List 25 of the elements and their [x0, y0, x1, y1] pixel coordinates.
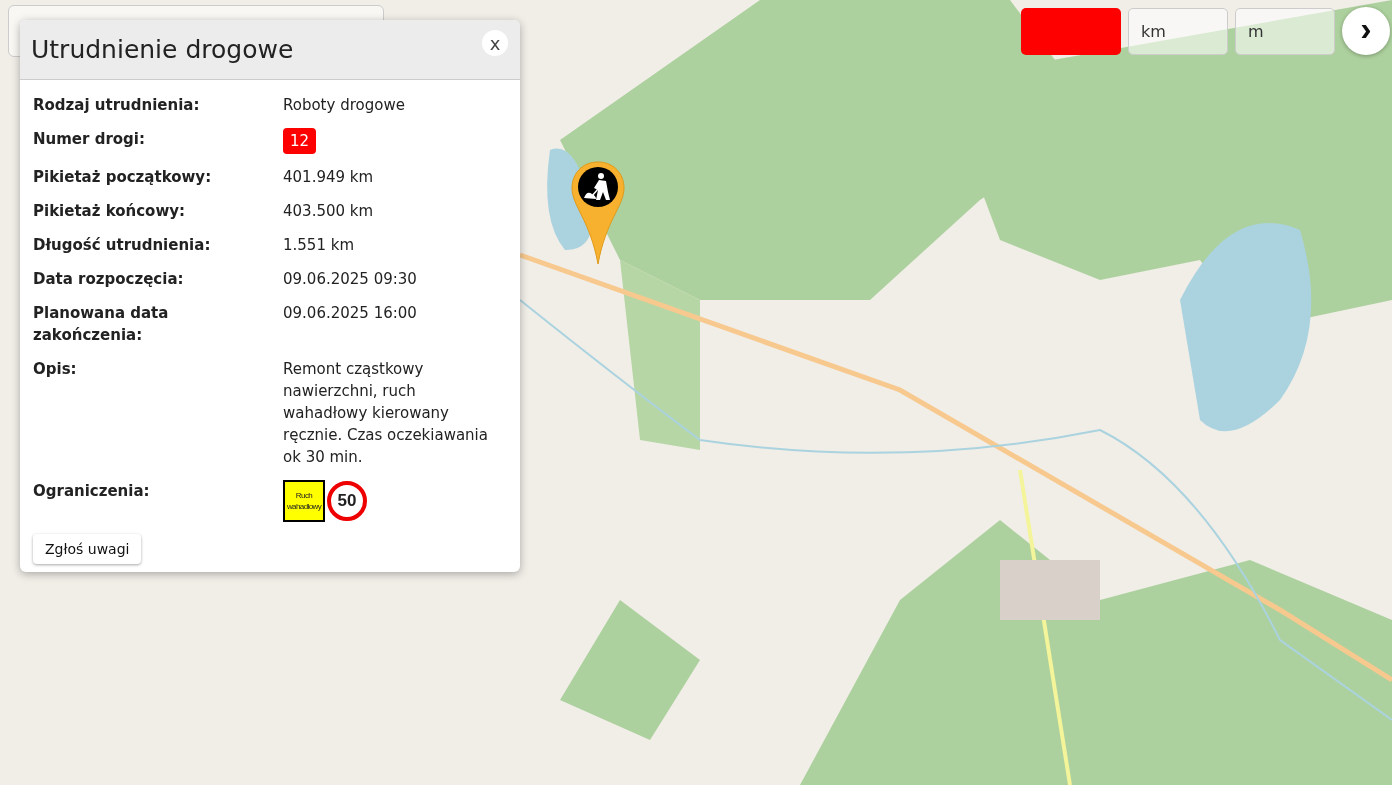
report-button[interactable]: Zgłoś uwagi — [33, 534, 142, 564]
field-label: Rodzaj utrudnienia: — [33, 95, 201, 116]
speed-limit-sign: 50 — [327, 481, 367, 521]
traffic-sign: Ruch wahadłowy — [283, 480, 325, 522]
field-value: 401.949 km — [283, 167, 375, 188]
popup-title: Utrudnienie drogowe — [31, 35, 294, 64]
field-value: 09.06.2025 16:00 — [283, 303, 418, 324]
field-value: 1.551 km — [283, 235, 355, 256]
field-label: Opis: — [33, 359, 78, 380]
close-button[interactable]: x — [482, 30, 508, 56]
field-value: Remont cząstkowy nawierzchni, ruch wahadłowy kierowany ręcznie. Czas oczekiawania ok 30 min. — [283, 359, 489, 468]
field-value: 403.500 km — [283, 201, 375, 222]
field-label: Planowana data zakończenia: — [33, 303, 170, 346]
field-label: Długość utrudnienia: — [33, 235, 212, 256]
field-value: 09.06.2025 09:30 — [283, 269, 418, 290]
field-value: Roboty drogowe — [283, 95, 406, 116]
input-field[interactable]: km — [1128, 7, 1228, 55]
field-label: Ograniczenia: — [33, 481, 151, 502]
field-label: Data rozpoczęcia: — [33, 269, 185, 290]
input-field[interactable] — [1021, 7, 1121, 55]
field-label: Numer drogi: — [33, 129, 146, 150]
input-field[interactable]: m — [1235, 7, 1335, 55]
field-label: Pikietaż początkowy: — [33, 167, 213, 188]
road-number-badge: 12 — [283, 128, 317, 154]
field-label: Pikietaż końcowy: — [33, 201, 187, 222]
